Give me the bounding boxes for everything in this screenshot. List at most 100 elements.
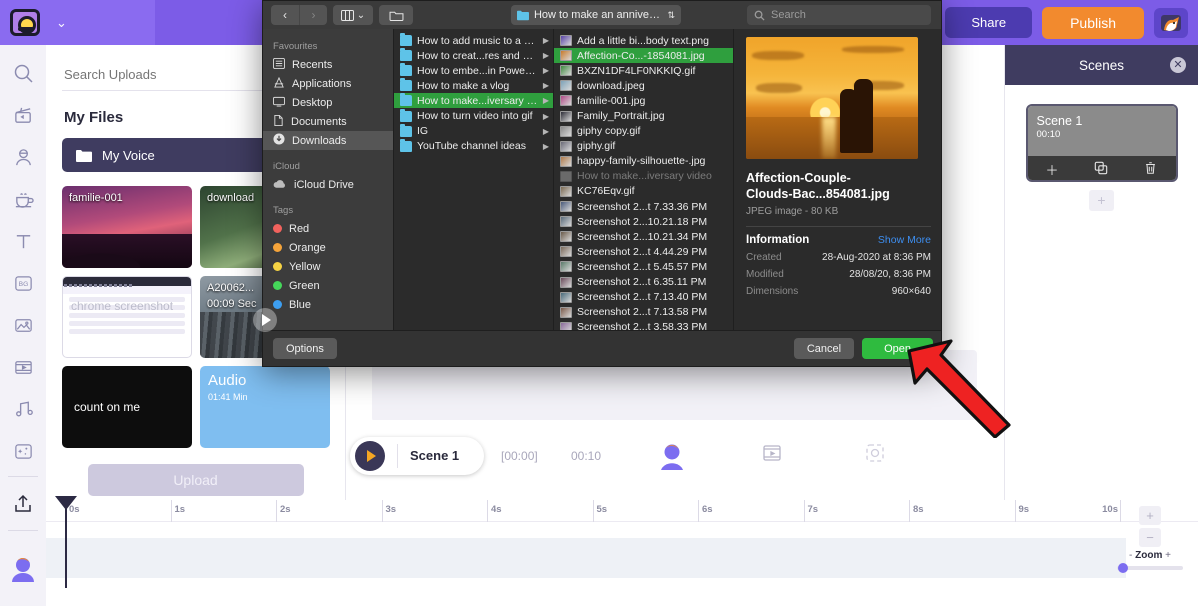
timeline-ruler[interactable]: 0s1s2s3s4s5s6s7s8s9s10s: [46, 500, 1198, 522]
folder-row[interactable]: IG▶: [394, 124, 553, 139]
playhead[interactable]: [65, 500, 67, 588]
file-row[interactable]: KC76Eqv.gif: [554, 184, 733, 199]
file-row[interactable]: Family_Portrait.jpg: [554, 108, 733, 123]
file-row[interactable]: Screenshot 2...10.21.34 PM: [554, 229, 733, 244]
share-button[interactable]: Share: [945, 7, 1032, 38]
user-avatar[interactable]: [1154, 8, 1188, 38]
thumb-chrome-screenshot[interactable]: chrome screenshot: [62, 276, 192, 358]
music-icon[interactable]: [0, 388, 46, 430]
ruler-tick-label: 2s: [280, 504, 291, 515]
cancel-button[interactable]: Cancel: [794, 338, 854, 359]
delete-icon[interactable]: [1144, 161, 1157, 178]
thumb-audio[interactable]: Audio 01:41 Min: [200, 366, 330, 448]
thumb-familie[interactable]: familie-001: [62, 186, 192, 268]
sidebar-item-downloads[interactable]: Downloads: [263, 131, 393, 150]
scene-selector[interactable]: Scene 1: [350, 437, 484, 475]
file-row[interactable]: BXZN1DF4LF0NKKIQ.gif: [554, 63, 733, 78]
timeline-track[interactable]: [46, 538, 1126, 578]
file-row[interactable]: giphy copy.gif: [554, 124, 733, 139]
file-row[interactable]: Screenshot 2...t 5.45.57 PM: [554, 259, 733, 274]
zoom-minus[interactable]: -: [1129, 550, 1132, 561]
folder-row[interactable]: How to embe...in Powerpoint▶: [394, 63, 553, 78]
file-row[interactable]: Screenshot 2...t 4.44.29 PM: [554, 244, 733, 259]
view-mode-button[interactable]: ⌄: [333, 5, 373, 25]
file-row[interactable]: Screenshot 2...t 7.33.36 PM: [554, 199, 733, 214]
character-icon[interactable]: [656, 442, 688, 477]
path-popup-button[interactable]: How to make an anniversa... ⇅: [511, 5, 681, 25]
sidebar-item-desktop[interactable]: Desktop: [263, 93, 393, 112]
tag-green[interactable]: Green: [263, 276, 393, 295]
folder-name: How to make a vlog: [417, 80, 538, 92]
zoom-out-button[interactable]: −: [1139, 528, 1161, 547]
media-icon[interactable]: [761, 442, 783, 469]
file-row[interactable]: Add a little bi...body text.png: [554, 33, 733, 48]
effects-icon[interactable]: [0, 430, 46, 472]
file-row[interactable]: giphy.gif: [554, 139, 733, 154]
sidebar-item-icloud-drive[interactable]: iCloud Drive: [263, 175, 393, 194]
add-icon[interactable]: ＋: [1045, 160, 1058, 179]
tag-yellow[interactable]: Yellow: [263, 257, 393, 276]
video-icon[interactable]: [0, 346, 46, 388]
prop-cup-icon[interactable]: [0, 179, 46, 221]
logo-chevron-glyph: ⌄: [56, 15, 67, 31]
undo-icon[interactable]: [155, 0, 235, 45]
file-row[interactable]: download.jpeg: [554, 78, 733, 93]
sidebar-item-recents[interactable]: Recents: [263, 55, 393, 74]
character-icon[interactable]: [0, 137, 46, 179]
zoom-in-button[interactable]: +: [1139, 506, 1161, 525]
thumb-label: familie-001: [69, 192, 123, 204]
sidebar-item-documents[interactable]: Documents: [263, 112, 393, 131]
logo-zone[interactable]: chevron-down-icon ⌄: [0, 0, 155, 45]
options-button[interactable]: Options: [273, 338, 337, 359]
zoom-slider[interactable]: [1117, 566, 1183, 570]
folder-column[interactable]: How to add music to a video▶How to creat…: [393, 29, 553, 332]
folder-row[interactable]: How to turn video into gif▶: [394, 108, 553, 123]
profile-icon[interactable]: [0, 547, 46, 592]
tag-blue[interactable]: Blue: [263, 295, 393, 314]
folder-row[interactable]: How to make...iversary video▶: [394, 93, 553, 108]
info-key: Created: [746, 252, 782, 263]
back-button[interactable]: ‹: [271, 5, 299, 25]
search-icon: [754, 10, 765, 21]
background-icon[interactable]: BG: [0, 263, 46, 305]
file-row[interactable]: Affection-Co...-1854081.jpg: [554, 48, 733, 63]
clapperboard-icon[interactable]: [0, 95, 46, 137]
file-row[interactable]: Screenshot 2...t 7.13.58 PM: [554, 305, 733, 320]
play-icon[interactable]: [355, 441, 385, 471]
zoom-plus[interactable]: +: [1165, 550, 1171, 561]
upload-icon[interactable]: [0, 481, 46, 526]
upload-button[interactable]: Upload: [88, 464, 304, 496]
file-name: Screenshot 2...t 7.13.40 PM: [577, 291, 729, 303]
tag-red[interactable]: Red: [263, 219, 393, 238]
folder-row[interactable]: How to creat...res and music▶: [394, 48, 553, 63]
thumb-count-on-me[interactable]: count on me: [62, 366, 192, 448]
scene-card[interactable]: Scene 1 00:10 ＋: [1026, 104, 1178, 182]
text-icon[interactable]: [0, 221, 46, 263]
image-icon[interactable]: [0, 304, 46, 346]
file-column[interactable]: Add a little bi...body text.pngAffection…: [553, 29, 733, 332]
folder-row[interactable]: How to make a vlog▶: [394, 78, 553, 93]
file-row[interactable]: How to make...iversary video: [554, 169, 733, 184]
open-button[interactable]: Open: [862, 338, 933, 359]
search-icon[interactable]: [0, 53, 46, 95]
dialog-search-field[interactable]: Search: [747, 5, 931, 25]
preview-column: Affection-Couple- Clouds-Bac...854081.jp…: [733, 29, 942, 332]
file-row[interactable]: Screenshot 2...10.21.18 PM: [554, 214, 733, 229]
close-icon[interactable]: ✕: [1170, 57, 1186, 73]
folder-row[interactable]: YouTube channel ideas▶: [394, 139, 553, 154]
file-row[interactable]: Screenshot 2...t 6.35.11 PM: [554, 275, 733, 290]
duplicate-icon[interactable]: [1094, 161, 1108, 178]
publish-button[interactable]: Publish: [1042, 7, 1144, 39]
group-by-button[interactable]: [379, 5, 413, 25]
file-row[interactable]: happy-family-silhouette-.jpg: [554, 154, 733, 169]
sidebar-item-applications[interactable]: Applications: [263, 74, 393, 93]
file-row[interactable]: Screenshot 2...t 7.13.40 PM: [554, 290, 733, 305]
forward-button[interactable]: ›: [299, 5, 327, 25]
folder-row[interactable]: How to add music to a video▶: [394, 33, 553, 48]
file-row[interactable]: familie-001.jpg: [554, 93, 733, 108]
crop-icon[interactable]: [864, 442, 886, 469]
tag-orange[interactable]: Orange: [263, 238, 393, 257]
play-icon[interactable]: [253, 308, 277, 332]
add-scene-button[interactable]: +: [1089, 190, 1114, 211]
show-more-link[interactable]: Show More: [878, 234, 931, 246]
